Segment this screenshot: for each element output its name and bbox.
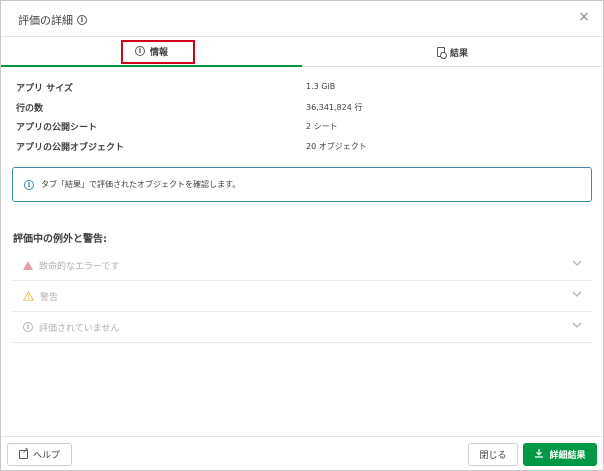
results-doc-icon: [436, 47, 447, 59]
accordion-label: 警告: [40, 292, 59, 303]
dialog-title: 評価の詳細 i: [18, 12, 87, 28]
accordion-label: 致命的なエラーです: [39, 261, 120, 272]
info-icon: i: [23, 322, 33, 332]
accordion-fatal-errors[interactable]: 致命的なエラーです: [12, 250, 592, 281]
dialog-title-text: 評価の詳細: [18, 14, 73, 27]
property-label: 行の数: [16, 103, 44, 114]
detailed-results-label: 詳細結果: [549, 451, 586, 461]
help-button[interactable]: ヘルプ: [7, 443, 72, 466]
property-value: 36,341,824 行: [306, 102, 363, 112]
info-icon: i: [24, 179, 34, 190]
dialog-footer: ヘルプ 閉じる 詳細結果: [1, 436, 603, 470]
property-row: アプリの公開オブジェクト 20 オブジェクト: [16, 140, 586, 160]
chevron-down-icon: [572, 290, 582, 301]
chevron-down-icon: [572, 321, 582, 332]
tab-results-label: 結果: [449, 48, 468, 59]
property-label: アプリの公開シート: [16, 123, 98, 133]
dialog-header: 評価の詳細 i ×: [1, 1, 603, 37]
exceptions-section-title: 評価中の例外と警告:: [13, 234, 107, 245]
property-value: 1.3 GiB: [306, 82, 336, 91]
download-icon: [534, 448, 544, 461]
evaluation-details-dialog: 評価の詳細 i × i 情報 結果 アプリ サイズ 1.3 GiB 行の数 36…: [0, 0, 604, 471]
info-icon[interactable]: i: [77, 15, 87, 25]
info-notice: i タブ「結果」で評価されたオブジェクトを確認します。: [12, 167, 592, 202]
help-button-label: ヘルプ: [32, 451, 60, 461]
close-button[interactable]: 閉じる: [468, 443, 518, 466]
property-value: 20 オブジェクト: [306, 141, 367, 151]
warning-triangle-icon: [23, 291, 34, 301]
app-properties: アプリ サイズ 1.3 GiB 行の数 36,341,824 行 アプリの公開シ…: [16, 81, 586, 159]
property-row: アプリの公開シート 2 シート: [16, 120, 586, 140]
accordion-label: 評価されていません: [39, 323, 120, 334]
tab-bar: i 情報 結果: [1, 37, 603, 67]
property-row: 行の数 36,341,824 行: [16, 101, 586, 121]
external-link-icon: [18, 446, 29, 459]
close-button-label: 閉じる: [479, 451, 507, 461]
accordion-not-evaluated[interactable]: i 評価されていません: [12, 312, 592, 343]
property-value: 2 シート: [306, 122, 338, 131]
notice-text: タブ「結果」で評価されたオブジェクトを確認します。: [41, 180, 241, 189]
chevron-down-icon: [572, 259, 582, 270]
property-row: アプリ サイズ 1.3 GiB: [16, 81, 586, 101]
close-icon[interactable]: ×: [577, 10, 591, 24]
detailed-results-button[interactable]: 詳細結果: [523, 443, 597, 466]
property-label: アプリの公開オブジェクト: [16, 142, 125, 153]
accordion-warnings[interactable]: 警告: [12, 281, 592, 312]
tab-results[interactable]: 結果: [302, 37, 603, 67]
error-triangle-icon: [23, 260, 33, 270]
property-label: アプリ サイズ: [16, 84, 73, 94]
tab-highlight-box: [121, 40, 195, 64]
